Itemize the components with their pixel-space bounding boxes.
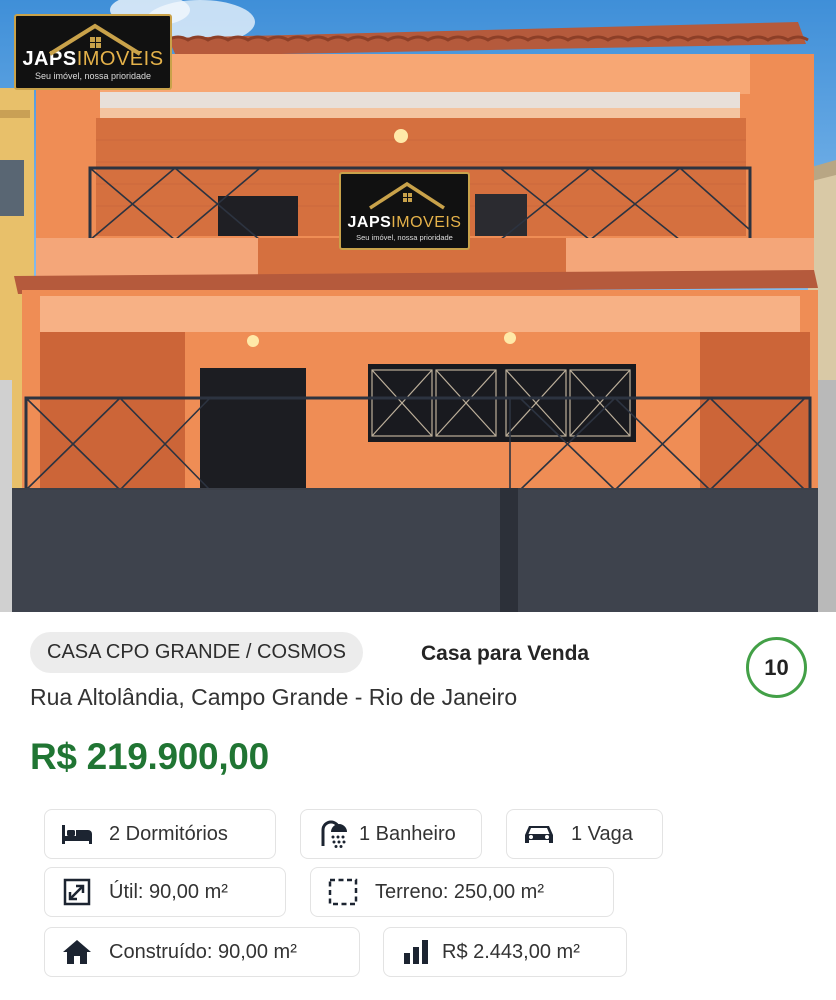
listing-address: Rua Altolândia, Campo Grande - Rio de Ja… [30, 684, 518, 710]
bathrooms-label: 1 Banheiro [359, 822, 456, 845]
shower-icon [317, 820, 349, 848]
listing-type-title: Casa para Venda [421, 642, 590, 665]
sign-brand-name: JAPSIMOVEIS [347, 213, 462, 231]
feature-bathrooms: 1 Banheiro [300, 809, 482, 859]
listing-price: R$ 219.900,00 [30, 736, 269, 777]
brand-tagline: Seu imóvel, nossa prioridade [34, 71, 152, 81]
price-per-m2-label: R$ 2.443,00 m² [442, 940, 580, 963]
land-area-label: Terreno: 250,00 m² [375, 880, 544, 903]
parking-label: 1 Vaga [571, 822, 633, 845]
car-icon [523, 820, 555, 848]
house-roof-logo-icon [369, 181, 445, 210]
built-area-label: Construído: 90,00 m² [109, 940, 297, 963]
house-icon [61, 938, 93, 966]
listing-info-panel: CASA CPO GRANDE / COSMOS Casa para Venda… [0, 612, 836, 1000]
photo-count-badge[interactable]: 10 [746, 637, 807, 698]
bar-chart-icon [400, 938, 432, 966]
bed-icon [61, 820, 93, 848]
feature-parking: 1 Vaga [506, 809, 663, 859]
resize-arrow-icon [61, 878, 93, 906]
bedrooms-label: 2 Dormitórios [109, 822, 228, 845]
feature-price-per-m2: R$ 2.443,00 m² [383, 927, 627, 977]
feature-built-area: Construído: 90,00 m² [44, 927, 360, 977]
feature-bedrooms: 2 Dormitórios [44, 809, 276, 859]
house-sign-logo: JAPSIMOVEIS Seu imóvel, nossa prioridade [339, 172, 470, 250]
house-roof-logo-icon [48, 23, 142, 56]
house-illustration [0, 0, 836, 612]
feature-land-area: Terreno: 250,00 m² [310, 867, 614, 917]
feature-useful-area: Útil: 90,00 m² [44, 867, 286, 917]
brand-watermark-logo: JAPSIMOVEIS Seu imóvel, nossa prioridade [14, 14, 172, 90]
dashed-square-icon [327, 878, 359, 906]
useful-area-label: Útil: 90,00 m² [109, 880, 228, 903]
sign-tagline: Seu imóvel, nossa prioridade [356, 232, 453, 242]
property-photo[interactable]: JAPSIMOVEIS Seu imóvel, nossa prioridade… [0, 0, 836, 612]
category-badge[interactable]: CASA CPO GRANDE / COSMOS [30, 632, 363, 673]
